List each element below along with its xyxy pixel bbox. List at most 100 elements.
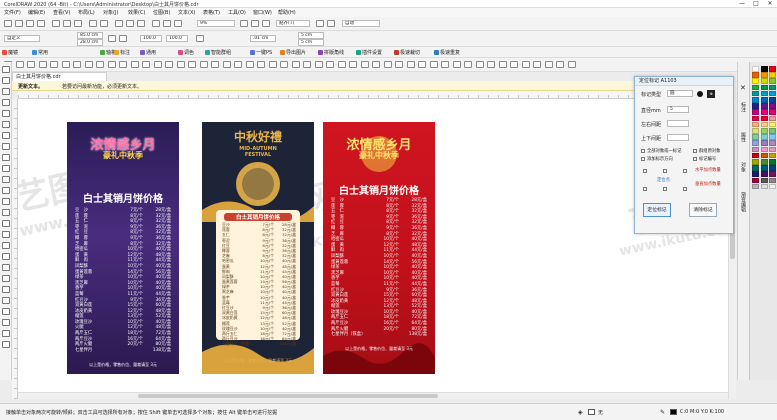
- menu-text[interactable]: 文本(X): [178, 9, 195, 16]
- color-swatch[interactable]: [769, 165, 776, 171]
- color-swatch[interactable]: [769, 109, 776, 115]
- color-swatch[interactable]: [752, 78, 759, 84]
- parallel-dimension-tool-icon[interactable]: [2, 176, 10, 183]
- color-swatch[interactable]: [769, 103, 776, 109]
- color-swatch[interactable]: [760, 152, 768, 159]
- effects-tool-icon[interactable]: [2, 286, 10, 293]
- color-swatch[interactable]: [752, 171, 759, 177]
- print-icon[interactable]: [37, 20, 45, 27]
- text-icon[interactable]: [107, 61, 116, 68]
- new-icon[interactable]: [4, 20, 12, 27]
- horizontal-ruler[interactable]: [18, 91, 634, 99]
- redo-icon[interactable]: [100, 20, 108, 27]
- zoom-tool-icon[interactable]: [2, 99, 10, 106]
- to-back-icon[interactable]: [406, 61, 415, 68]
- crop-tool-icon[interactable]: [2, 88, 10, 95]
- add-direction-checkbox[interactable]: [641, 157, 645, 161]
- table-icon[interactable]: [119, 61, 127, 68]
- menu-layout[interactable]: 布局(L): [78, 9, 95, 16]
- shape-tool-icon[interactable]: [2, 77, 10, 84]
- plugin-fast-repeat[interactable]: 极速重复: [434, 49, 460, 56]
- smart-fill-tool-icon[interactable]: [2, 242, 10, 249]
- color-swatch[interactable]: [769, 84, 776, 91]
- nudge-distance-field[interactable]: .01 cm: [250, 35, 276, 42]
- mirror-h-icon[interactable]: [418, 61, 426, 68]
- rectangle-tool-icon[interactable]: [2, 132, 10, 139]
- eyedropper-tool-icon[interactable]: [2, 220, 10, 227]
- color-swatch[interactable]: [769, 134, 776, 140]
- outline-pen-icon[interactable]: ✎: [660, 409, 665, 416]
- lock-ratio-icon[interactable]: [196, 35, 204, 42]
- plugin-fast-crop[interactable]: 极速裁切: [394, 49, 420, 56]
- color-swatch[interactable]: [760, 97, 768, 103]
- text-tool-icon[interactable]: [2, 165, 10, 172]
- unlock-icon[interactable]: [372, 61, 380, 68]
- grid-icon[interactable]: [521, 61, 530, 68]
- plugin-general[interactable]: 通用: [140, 49, 156, 56]
- snap-to-select[interactable]: 贴齐(T): [276, 20, 310, 27]
- page-layout-icon[interactable]: [487, 61, 495, 68]
- hand-tool-icon[interactable]: [2, 264, 10, 271]
- menu-table[interactable]: 表格(T): [203, 9, 220, 16]
- front-minus-back-icon[interactable]: [291, 61, 300, 68]
- copy-icon[interactable]: [63, 20, 71, 27]
- landscape-icon[interactable]: [119, 35, 127, 42]
- page-y-field[interactable]: 28.0 cm: [77, 39, 103, 46]
- order-icon[interactable]: [383, 61, 392, 68]
- to-front-icon[interactable]: [395, 61, 403, 68]
- contour-tool-icon[interactable]: [2, 341, 10, 348]
- menu-tools[interactable]: 工具(O): [228, 9, 246, 16]
- shadow-tool-icon[interactable]: [2, 308, 10, 315]
- color-swatch[interactable]: [769, 78, 776, 84]
- outline-tool-icon[interactable]: [2, 253, 10, 260]
- color-swatch[interactable]: [752, 109, 759, 115]
- distribute-icon[interactable]: [234, 61, 242, 68]
- color-swatch-icon[interactable]: ⊕: [707, 90, 715, 98]
- lock-icon[interactable]: [360, 61, 369, 68]
- color-swatch[interactable]: [769, 90, 776, 97]
- color-swatch[interactable]: [760, 90, 768, 97]
- circle-mark-icon[interactable]: [697, 91, 703, 97]
- zoom-icon[interactable]: [38, 61, 47, 68]
- fill-swatch[interactable]: [588, 409, 595, 415]
- color-swatch[interactable]: [752, 90, 759, 97]
- minimize-button[interactable]: —: [735, 0, 749, 8]
- polygon-icon[interactable]: [96, 61, 104, 68]
- align-icon[interactable]: [222, 61, 231, 68]
- duplicate-y-field[interactable]: 5 cm: [298, 39, 324, 46]
- shape-icon[interactable]: [15, 61, 24, 68]
- import-icon[interactable]: [126, 20, 134, 27]
- color-swatch[interactable]: [752, 177, 759, 184]
- page-preset-select[interactable]: 自定义: [4, 35, 40, 42]
- color-swatch[interactable]: [752, 140, 759, 146]
- options-gear-icon[interactable]: [316, 20, 324, 27]
- colors-icon[interactable]: [533, 61, 541, 68]
- simplify-icon[interactable]: [280, 61, 288, 68]
- drop-shadow-icon[interactable]: [153, 61, 162, 68]
- horizontal-scrollbar[interactable]: [18, 392, 728, 399]
- docker-tab-gradient[interactable]: 渐变编辑: [740, 192, 747, 212]
- color-swatch[interactable]: [760, 159, 768, 165]
- plugin-smart-group[interactable]: 智能群组: [205, 49, 231, 56]
- menu-edit[interactable]: 编辑(E): [28, 9, 45, 16]
- interactive-fill-icon[interactable]: [188, 61, 196, 68]
- poster-navy-gold[interactable]: 中秋好禮 MID-AUTUMN FESTIVAL 白士其销月饼价格 豆沙 7元/个…: [202, 122, 314, 374]
- pick-tool-icon[interactable]: [2, 66, 10, 73]
- plugin-common[interactable]: 常用: [32, 49, 48, 56]
- color-swatch[interactable]: [769, 115, 776, 122]
- menu-window[interactable]: 窗口(W): [253, 9, 272, 16]
- connector-icon[interactable]: [142, 61, 150, 68]
- color-swatch[interactable]: [752, 115, 759, 122]
- document-tab[interactable]: 白士其月饼价格.cdr: [12, 72, 107, 81]
- color-swatch[interactable]: [760, 103, 768, 109]
- color-swatch[interactable]: [769, 140, 776, 146]
- menu-object[interactable]: 对象(J): [103, 9, 118, 16]
- zoom-level-select[interactable]: 9%: [197, 20, 235, 27]
- grid-icon[interactable]: [262, 20, 270, 27]
- combine-icon[interactable]: [314, 61, 323, 68]
- plugin-magic-mirror[interactable]: 魔镜: [2, 49, 18, 56]
- scrollbar-thumb[interactable]: [138, 394, 438, 398]
- plugin-color[interactable]: 调色: [178, 49, 194, 56]
- ellipse-tool-icon[interactable]: [2, 143, 10, 150]
- corner-bc-checkbox[interactable]: [663, 187, 667, 191]
